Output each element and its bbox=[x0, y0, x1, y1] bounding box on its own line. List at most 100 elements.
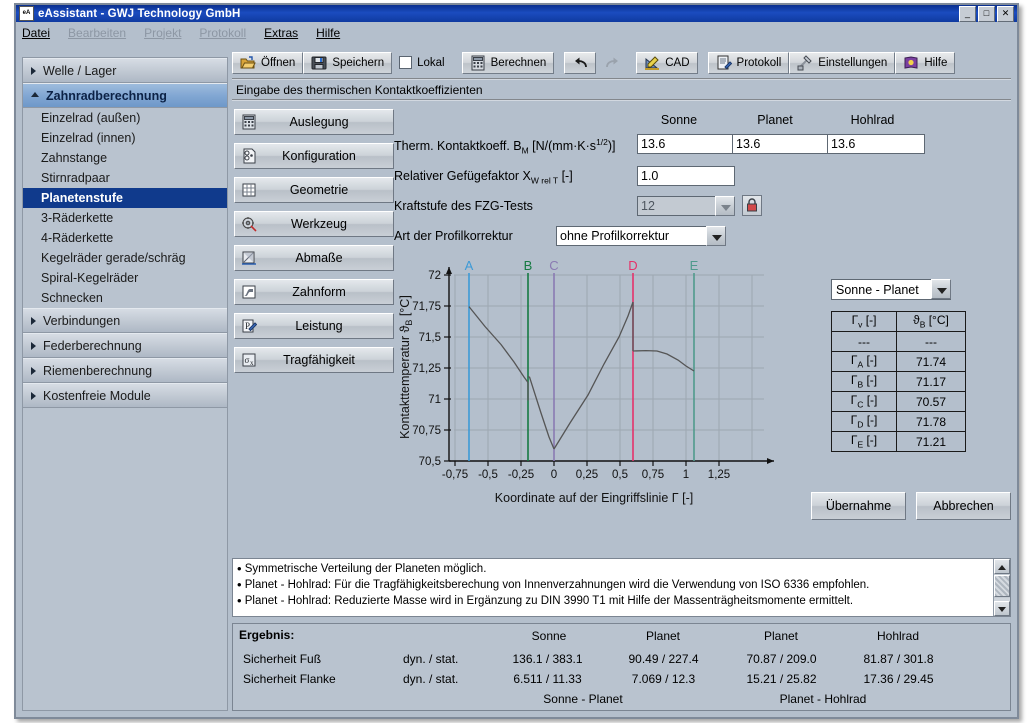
input-bm-planet[interactable]: 13.6 bbox=[732, 134, 830, 154]
sidebar-group-label: Kostenfreie Module bbox=[43, 389, 151, 403]
right-panel: Sonne - Planet Γv [-] ϑB [°C] bbox=[831, 279, 1011, 452]
sidebar-item-spiral-kegelraeder[interactable]: Spiral-Kegelräder bbox=[23, 268, 227, 288]
menu-extras[interactable]: Extras bbox=[264, 26, 298, 40]
sidebar-item-zahnstange[interactable]: Zahnstange bbox=[23, 148, 227, 168]
scroll-down-button[interactable] bbox=[994, 601, 1010, 616]
pair-select-value: Sonne - Planet bbox=[836, 283, 919, 297]
config-icon bbox=[241, 148, 257, 164]
sidebar-item-4-raederkette[interactable]: 4-Räderkette bbox=[23, 228, 227, 248]
calculate-button[interactable]: Berechnen bbox=[462, 52, 555, 74]
header-unit: [°C] bbox=[925, 313, 948, 327]
sidebar-item-label: Stirnradpaar bbox=[41, 171, 110, 185]
chart-gridlines bbox=[454, 275, 764, 461]
message-scrollbar[interactable] bbox=[993, 559, 1010, 616]
nav-button-geometrie[interactable]: Geometrie bbox=[234, 177, 394, 203]
sidebar-item-label: 4-Räderkette bbox=[41, 231, 113, 245]
table-row: --- --- bbox=[832, 332, 966, 352]
close-button[interactable]: ✕ bbox=[997, 6, 1014, 22]
redo-button[interactable] bbox=[596, 52, 626, 74]
scrollbar-thumb[interactable] bbox=[994, 575, 1010, 597]
sigma-icon: σx bbox=[241, 352, 257, 368]
sidebar-item-label: Einzelrad (außen) bbox=[41, 111, 140, 125]
document-pencil-icon bbox=[716, 55, 732, 71]
menu-protokoll[interactable]: Protokoll bbox=[199, 26, 246, 40]
column-header-planet: Planet bbox=[740, 113, 810, 127]
sidebar-group-zahnradberechnung[interactable]: Zahnradberechnung bbox=[23, 83, 227, 108]
nav-button-leistung[interactable]: P Leistung bbox=[234, 313, 394, 339]
message-list[interactable]: • Symmetrische Verteilung der Planeten m… bbox=[233, 559, 993, 616]
abbrechen-button[interactable]: Abbrechen bbox=[916, 492, 1011, 520]
kraftstufe-dropdown-arrow[interactable] bbox=[715, 196, 735, 216]
result-header-sonne: Sonne bbox=[509, 629, 589, 643]
sidebar-item-stirnradpaar[interactable]: Stirnradpaar bbox=[23, 168, 227, 188]
help-button[interactable]: Hilfe bbox=[895, 52, 955, 74]
sidebar: Welle / Lager Zahnradberechnung Einzelra… bbox=[22, 57, 228, 711]
sidebar-group-kostenfreie-module[interactable]: Kostenfreie Module bbox=[23, 383, 227, 408]
uebernahme-button[interactable]: Übernahme bbox=[811, 492, 906, 520]
input-bm-hohlrad[interactable]: 13.6 bbox=[827, 134, 925, 154]
pair-select-arrow[interactable] bbox=[931, 279, 951, 299]
input-bm-sonne[interactable]: 13.6 bbox=[637, 134, 735, 154]
sidebar-item-planetenstufe[interactable]: Planetenstufe bbox=[23, 188, 227, 208]
result-header-planet-2: Planet bbox=[741, 629, 821, 643]
nav-button-konfiguration[interactable]: Konfiguration bbox=[234, 143, 394, 169]
column-header-hohlrad: Hohlrad bbox=[835, 113, 910, 127]
open-button[interactable]: Öffnen bbox=[232, 52, 303, 74]
nav-button-auslegung[interactable]: Auslegung bbox=[234, 109, 394, 135]
minimize-button[interactable]: _ bbox=[959, 6, 976, 22]
nav-button-werkzeug[interactable]: Werkzeug bbox=[234, 211, 394, 237]
settings-button-label: Einstellungen bbox=[818, 57, 887, 69]
save-button[interactable]: Speichern bbox=[303, 52, 392, 74]
sidebar-item-schnecken[interactable]: Schnecken bbox=[23, 288, 227, 308]
sidebar-group-riemenberechnung[interactable]: Riemenberechnung bbox=[23, 358, 227, 383]
row-gamma-label: ΓA [-] bbox=[832, 352, 897, 372]
table-row: ΓC [-] 70.57 bbox=[832, 392, 966, 412]
svg-text:-0,5: -0,5 bbox=[478, 469, 498, 481]
nav-button-tragfaehigkeit[interactable]: σx Tragfähigkeit bbox=[234, 347, 394, 373]
row-value: 70.57 bbox=[897, 392, 966, 412]
chevron-right-icon bbox=[31, 317, 36, 325]
result-cell: 17.36 / 29.45 bbox=[846, 672, 951, 686]
input-profilkorrektur[interactable]: ohne Profilkorrektur bbox=[556, 226, 726, 246]
sidebar-group-verbindungen[interactable]: Verbindungen bbox=[23, 308, 227, 333]
profilkorrektur-dropdown-arrow[interactable] bbox=[706, 226, 726, 246]
help-button-label: Hilfe bbox=[924, 57, 947, 69]
sidebar-item-einzelrad-aussen[interactable]: Einzelrad (außen) bbox=[23, 108, 227, 128]
menu-hilfe[interactable]: Hilfe bbox=[316, 26, 340, 40]
contact-temperature-chart: 72 71,75 71,5 71,25 71 70,75 70,5 bbox=[394, 259, 794, 509]
menu-projekt[interactable]: Projekt bbox=[144, 26, 181, 40]
gear-icon bbox=[241, 216, 257, 232]
undo-button[interactable] bbox=[564, 52, 596, 74]
pair-select[interactable]: Sonne - Planet bbox=[831, 279, 951, 300]
nav-button-zahnform[interactable]: Zahnform bbox=[234, 279, 394, 305]
message-panel: • Symmetrische Verteilung der Planeten m… bbox=[232, 558, 1011, 617]
maximize-button[interactable]: □ bbox=[978, 6, 995, 22]
chart-data-curve bbox=[469, 302, 694, 449]
scroll-up-button[interactable] bbox=[994, 559, 1010, 574]
cad-icon bbox=[644, 55, 660, 71]
menu-bearbeiten[interactable]: Bearbeiten bbox=[68, 26, 126, 40]
protocol-button[interactable]: Protokoll bbox=[708, 52, 790, 74]
local-checkbox[interactable]: Lokal bbox=[392, 52, 452, 74]
x-tick-labels: -0,75 -0,5 -0,25 0 0,25 0,5 0,75 1 1,25 bbox=[442, 469, 730, 481]
y-axis-arrow bbox=[446, 267, 452, 274]
sidebar-item-einzelrad-innen[interactable]: Einzelrad (innen) bbox=[23, 128, 227, 148]
menu-datei[interactable]: Datei bbox=[22, 26, 50, 40]
sidebar-group-label: Riemenberechnung bbox=[43, 364, 152, 378]
nav-button-abmasse[interactable]: Abmaße bbox=[234, 245, 394, 271]
sidebar-item-3-raederkette[interactable]: 3-Räderkette bbox=[23, 208, 227, 228]
nav-button-label: Konfiguration bbox=[257, 149, 393, 163]
list-item: • Planet - Hohlrad: Für die Tragfähigkei… bbox=[237, 577, 989, 593]
label-part-prefix: Therm. Kontaktkoeff. B bbox=[394, 139, 522, 153]
cad-button[interactable]: CAD bbox=[636, 52, 697, 74]
sidebar-item-kegelraeder[interactable]: Kegelräder gerade/schräg bbox=[23, 248, 227, 268]
svg-text:0,5: 0,5 bbox=[612, 469, 628, 481]
input-gefuegefaktor[interactable]: 1.0 bbox=[637, 166, 735, 186]
lock-button[interactable] bbox=[742, 195, 762, 216]
svg-text:1: 1 bbox=[683, 469, 689, 481]
sidebar-group-federberechnung[interactable]: Federberechnung bbox=[23, 333, 227, 358]
sidebar-group-label: Verbindungen bbox=[43, 314, 120, 328]
settings-button[interactable]: Einstellungen bbox=[789, 52, 895, 74]
bullet-icon: • bbox=[237, 593, 242, 608]
sidebar-group-welle-lager[interactable]: Welle / Lager bbox=[23, 58, 227, 83]
